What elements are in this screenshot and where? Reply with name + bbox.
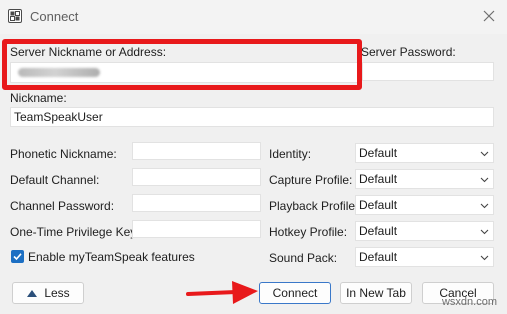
chevron-down-icon bbox=[480, 229, 489, 235]
chevron-down-icon bbox=[480, 177, 489, 183]
sound-pack-select[interactable]: Default bbox=[355, 247, 494, 267]
window-title: Connect bbox=[30, 9, 79, 24]
less-label: Less bbox=[44, 286, 70, 300]
playback-profile-label: Playback Profile: bbox=[269, 199, 359, 213]
capture-profile-value: Default bbox=[359, 172, 398, 186]
highlight-box bbox=[2, 39, 362, 90]
connect-button[interactable]: Connect bbox=[259, 282, 331, 304]
playback-profile-select[interactable]: Default bbox=[355, 195, 494, 215]
new-tab-button[interactable]: In New Tab bbox=[340, 282, 412, 304]
playback-profile-value: Default bbox=[359, 198, 398, 212]
hotkey-profile-value: Default bbox=[359, 224, 398, 238]
chevron-down-icon bbox=[480, 255, 489, 261]
close-button[interactable] bbox=[477, 5, 501, 27]
triangle-up-icon bbox=[27, 289, 38, 297]
hotkey-profile-label: Hotkey Profile: bbox=[269, 225, 348, 239]
default-channel-label: Default Channel: bbox=[10, 173, 100, 187]
default-channel-input[interactable] bbox=[132, 168, 261, 186]
arrow-annotation bbox=[186, 281, 258, 304]
connect-label: Connect bbox=[272, 286, 318, 300]
title-bar: Connect bbox=[0, 0, 507, 34]
identity-select[interactable]: Default bbox=[355, 143, 494, 163]
capture-profile-select[interactable]: Default bbox=[355, 169, 494, 189]
privilege-key-input[interactable] bbox=[132, 220, 261, 238]
sound-pack-label: Sound Pack: bbox=[269, 251, 338, 265]
hotkey-profile-select[interactable]: Default bbox=[355, 221, 494, 241]
teamspeak-icon bbox=[8, 9, 22, 23]
nickname-input[interactable]: TeamSpeakUser bbox=[10, 107, 494, 127]
chevron-down-icon bbox=[480, 203, 489, 209]
watermark: wsxdn.com bbox=[441, 296, 497, 308]
privilege-key-label: One-Time Privilege Key: bbox=[10, 225, 140, 239]
chevron-down-icon bbox=[480, 151, 489, 157]
new-tab-label: In New Tab bbox=[346, 286, 406, 300]
close-icon bbox=[483, 10, 495, 22]
channel-password-label: Channel Password: bbox=[10, 199, 115, 213]
myteamspeak-checkbox-label[interactable]: Enable myTeamSpeak features bbox=[28, 250, 195, 264]
server-password-label: Server Password: bbox=[361, 45, 456, 59]
identity-label: Identity: bbox=[269, 147, 312, 161]
channel-password-input[interactable] bbox=[132, 194, 261, 212]
less-button[interactable]: Less bbox=[12, 282, 84, 304]
nickname-label: Nickname: bbox=[10, 91, 67, 105]
checkmark-icon bbox=[13, 253, 22, 261]
identity-value: Default bbox=[359, 146, 398, 160]
capture-profile-label: Capture Profile: bbox=[269, 173, 353, 187]
server-password-input[interactable] bbox=[362, 62, 494, 81]
phonetic-nickname-input[interactable] bbox=[132, 142, 261, 160]
phonetic-nickname-label: Phonetic Nickname: bbox=[10, 147, 117, 161]
myteamspeak-checkbox[interactable] bbox=[11, 250, 24, 263]
sound-pack-value: Default bbox=[359, 250, 398, 264]
